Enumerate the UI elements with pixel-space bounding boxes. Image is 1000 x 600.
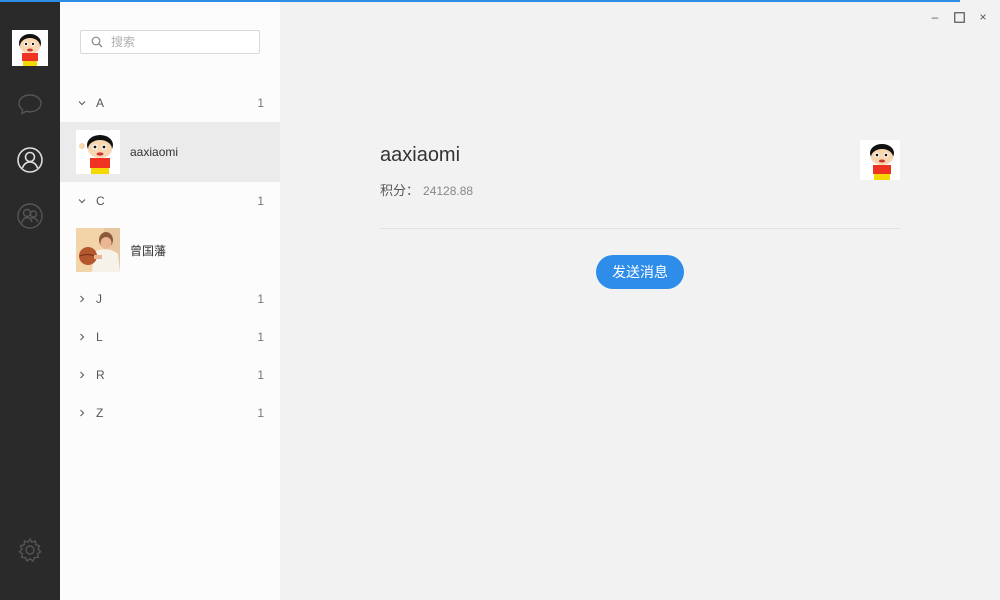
search-icon xyxy=(91,36,103,48)
contact-item-zeng-guofan[interactable]: 曾国藩 xyxy=(60,220,280,280)
minimize-button[interactable]: – xyxy=(926,8,944,26)
score-row: 积分： 24128.88 xyxy=(380,180,473,199)
group-letter: R xyxy=(96,368,105,382)
close-button[interactable]: × xyxy=(974,8,992,26)
chevron-down-icon xyxy=(76,195,88,207)
contact-item-aaxiaomi[interactable]: aaxiaomi xyxy=(60,122,280,182)
my-avatar[interactable] xyxy=(12,30,48,66)
contact-avatar xyxy=(76,228,120,272)
gear-icon xyxy=(18,537,42,563)
chevron-right-icon xyxy=(76,331,88,343)
contacts-panel: A 1 aaxiaomi C 1 xyxy=(60,0,280,600)
group-letter: Z xyxy=(96,406,104,420)
search-input[interactable] xyxy=(111,35,251,49)
group-letter: J xyxy=(96,292,102,306)
chevron-right-icon xyxy=(76,407,88,419)
group-header-j[interactable]: J 1 xyxy=(60,280,280,318)
contacts-person-icon xyxy=(17,147,43,173)
maximize-icon xyxy=(953,11,965,23)
group-icon xyxy=(17,203,43,229)
chat-bubble-icon xyxy=(18,94,42,115)
group-header-a[interactable]: A 1 xyxy=(60,84,280,122)
contact-avatar xyxy=(76,130,120,174)
score-value: 24128.88 xyxy=(423,184,474,198)
group-letter: L xyxy=(96,330,103,344)
chevron-down-icon xyxy=(76,97,88,109)
chevron-right-icon xyxy=(76,293,88,305)
group-header-c[interactable]: C 1 xyxy=(60,182,280,220)
detail-avatar xyxy=(860,140,900,180)
chevron-right-icon xyxy=(76,369,88,381)
group-count: 1 xyxy=(257,96,264,110)
group-header-r[interactable]: R 1 xyxy=(60,356,280,394)
group-count: 1 xyxy=(257,194,264,208)
group-count: 1 xyxy=(257,406,264,420)
group-count: 1 xyxy=(257,368,264,382)
nav-groups[interactable] xyxy=(15,201,45,231)
group-count: 1 xyxy=(257,292,264,306)
detail-divider xyxy=(380,228,900,229)
contact-detail-name: aaxiaomi xyxy=(380,144,461,166)
contact-name: 曾国藩 xyxy=(130,243,167,258)
nav-contacts[interactable] xyxy=(15,145,45,175)
group-letter: C xyxy=(96,194,105,208)
maximize-button[interactable] xyxy=(950,8,968,26)
score-label: 积分： xyxy=(380,183,420,198)
loading-progress-bar xyxy=(0,0,960,2)
group-header-z[interactable]: Z 1 xyxy=(60,394,280,432)
search-box xyxy=(80,30,260,54)
group-letter: A xyxy=(96,96,105,110)
group-header-l[interactable]: L 1 xyxy=(60,318,280,356)
nav-settings[interactable] xyxy=(15,535,45,565)
send-message-button[interactable]: 发送消息 xyxy=(596,255,684,289)
nav-chat[interactable] xyxy=(15,89,45,119)
group-count: 1 xyxy=(257,330,264,344)
nav-rail xyxy=(0,0,60,600)
contact-name: aaxiaomi xyxy=(130,145,179,159)
